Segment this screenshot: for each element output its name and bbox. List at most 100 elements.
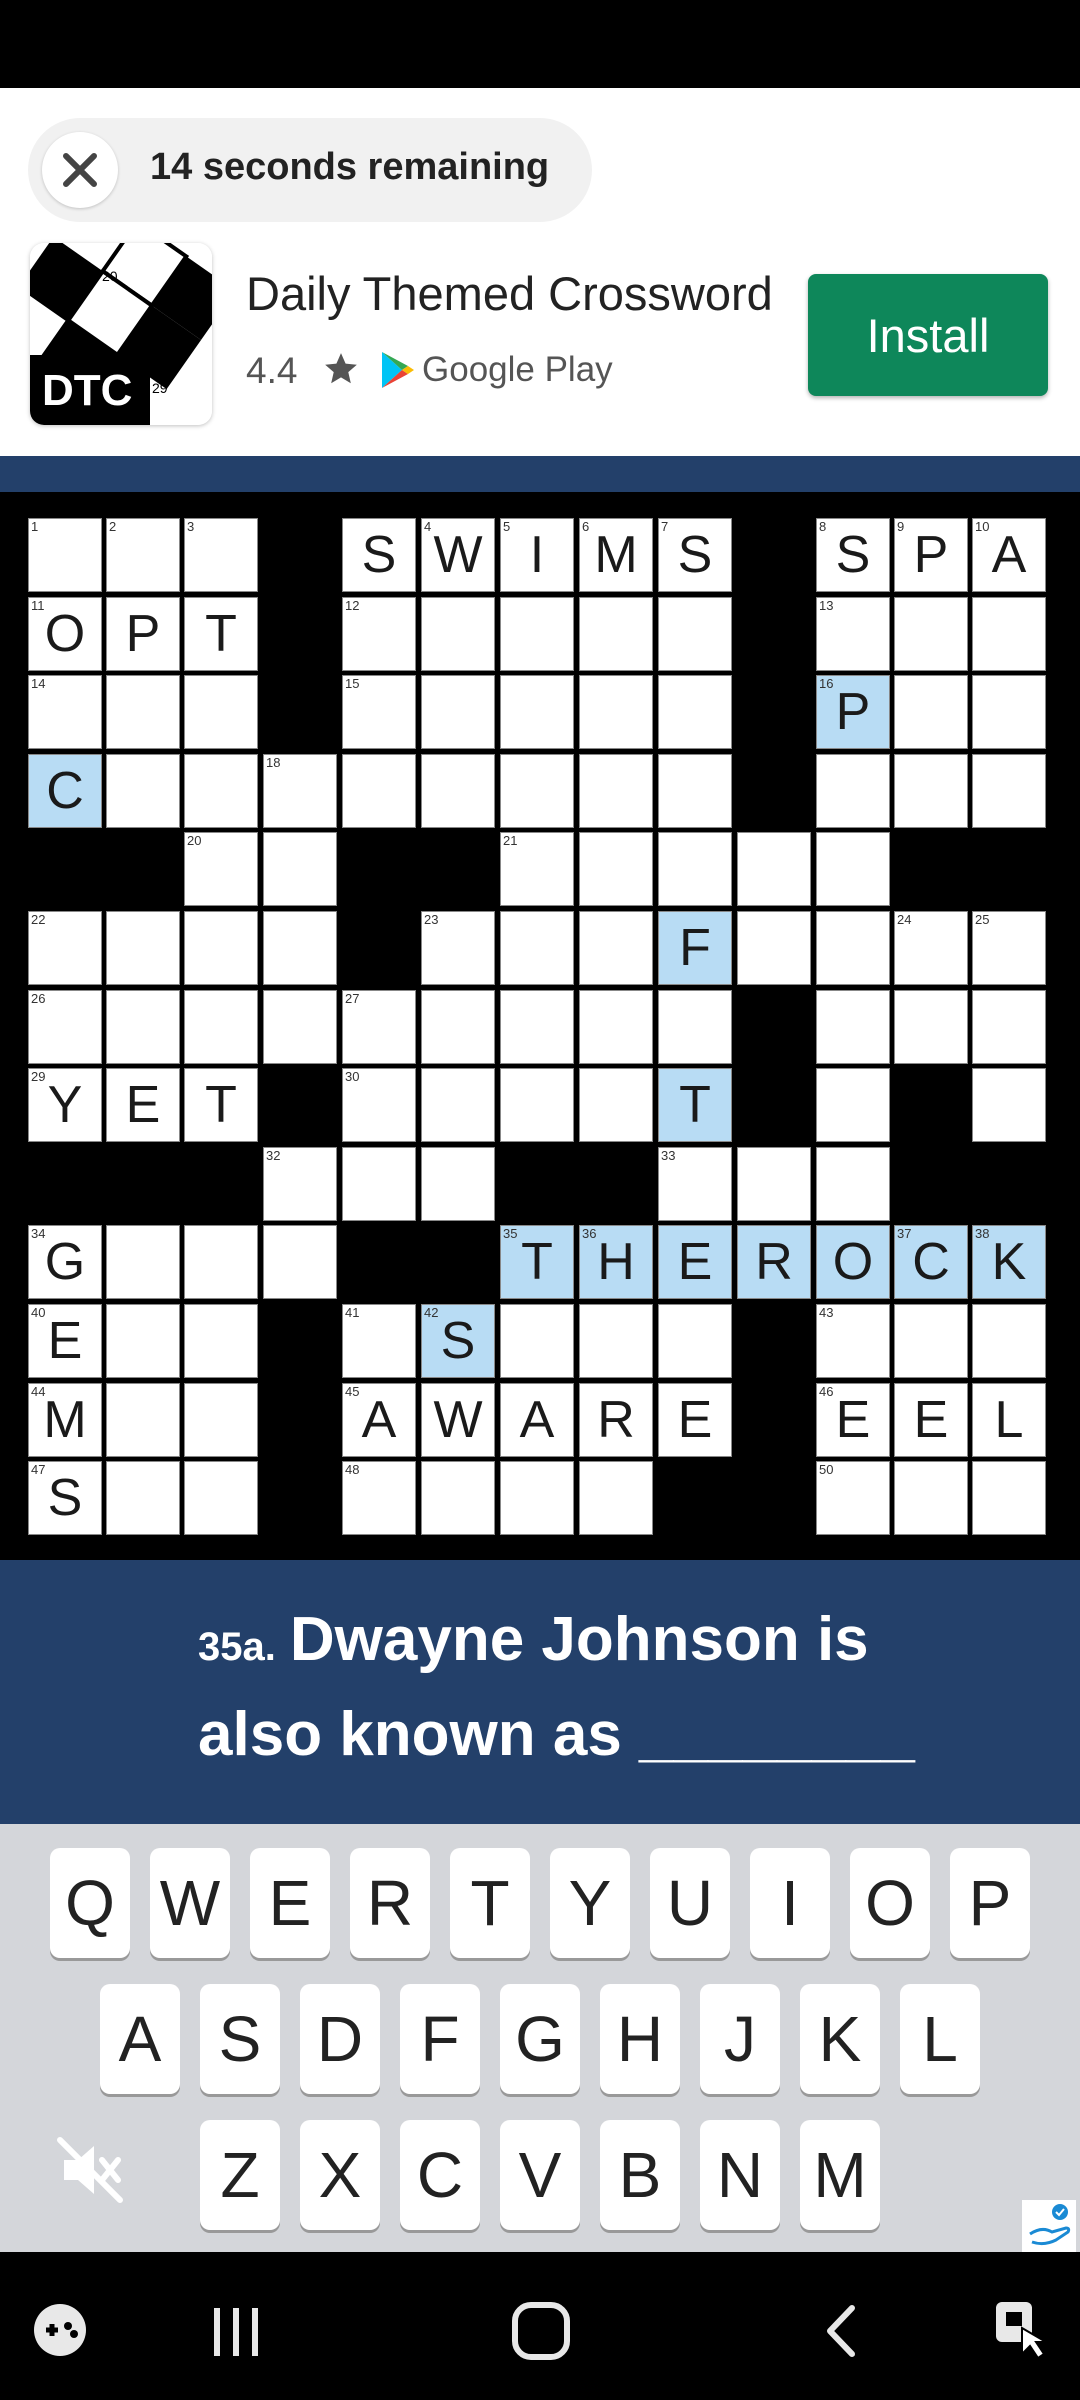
key-z[interactable]: Z xyxy=(200,2120,280,2230)
grid-cell[interactable]: 35 T xyxy=(500,1225,574,1299)
key-r[interactable]: R xyxy=(350,1848,430,1958)
grid-cell[interactable]: 16 P xyxy=(816,675,890,749)
grid-cell[interactable] xyxy=(579,1068,653,1142)
grid-cell[interactable] xyxy=(579,990,653,1064)
grid-cell[interactable] xyxy=(263,911,337,985)
grid-cell[interactable]: 6M xyxy=(579,518,653,592)
grid-cell[interactable] xyxy=(658,990,732,1064)
grid-cell[interactable]: 12 xyxy=(342,597,416,671)
grid-cell[interactable] xyxy=(106,754,180,828)
key-g[interactable]: G xyxy=(500,1984,580,2094)
grid-cell[interactable] xyxy=(579,911,653,985)
grid-cell[interactable]: 3 xyxy=(184,518,258,592)
grid-cell[interactable] xyxy=(263,1225,337,1299)
key-a[interactable]: A xyxy=(100,1984,180,2094)
grid-cell[interactable] xyxy=(816,990,890,1064)
grid-cell[interactable]: 7S xyxy=(658,518,732,592)
grid-cell[interactable] xyxy=(579,597,653,671)
grid-cell[interactable]: 47 S xyxy=(28,1461,102,1535)
grid-cell[interactable]: 42 S xyxy=(421,1304,495,1378)
grid-cell[interactable] xyxy=(658,1304,732,1378)
grid-cell[interactable] xyxy=(972,675,1046,749)
grid-cell[interactable] xyxy=(816,832,890,906)
grid-cell[interactable] xyxy=(500,911,574,985)
grid-cell[interactable] xyxy=(106,1225,180,1299)
key-p[interactable]: P xyxy=(950,1848,1030,1958)
grid-cell[interactable] xyxy=(184,1225,258,1299)
grid-cell[interactable] xyxy=(972,990,1046,1064)
key-s[interactable]: S xyxy=(200,1984,280,2094)
grid-cell[interactable] xyxy=(894,675,968,749)
grid-cell[interactable]: F xyxy=(658,911,732,985)
grid-cell[interactable]: 9P xyxy=(894,518,968,592)
grid-cell[interactable] xyxy=(184,1461,258,1535)
grid-cell[interactable] xyxy=(342,1147,416,1221)
key-w[interactable]: W xyxy=(150,1848,230,1958)
grid-cell[interactable] xyxy=(500,990,574,1064)
grid-cell[interactable] xyxy=(106,1304,180,1378)
grid-cell[interactable]: R xyxy=(579,1383,653,1457)
grid-cell[interactable]: 25 xyxy=(972,911,1046,985)
grid-cell[interactable] xyxy=(972,1461,1046,1535)
key-x[interactable]: X xyxy=(300,2120,380,2230)
grid-cell[interactable] xyxy=(579,1461,653,1535)
grid-cell[interactable] xyxy=(579,675,653,749)
grid-cell[interactable]: C xyxy=(28,754,102,828)
grid-cell[interactable]: A xyxy=(500,1383,574,1457)
grid-cell[interactable] xyxy=(421,990,495,1064)
app-name[interactable]: Daily Themed Crossword xyxy=(246,266,773,321)
gamepad-icon[interactable] xyxy=(28,2298,92,2362)
grid-cell[interactable] xyxy=(658,754,732,828)
key-m[interactable]: M xyxy=(800,2120,880,2230)
grid-cell[interactable] xyxy=(421,1461,495,1535)
grid-cell[interactable] xyxy=(579,1304,653,1378)
grid-cell[interactable] xyxy=(579,832,653,906)
grid-cell[interactable]: 45 A xyxy=(342,1383,416,1457)
grid-cell[interactable] xyxy=(500,1304,574,1378)
grid-cell[interactable]: O xyxy=(816,1225,890,1299)
grid-cell[interactable]: T xyxy=(658,1068,732,1142)
grid-cell[interactable] xyxy=(894,597,968,671)
grid-cell[interactable]: 22 xyxy=(28,911,102,985)
grid-cell[interactable]: T xyxy=(184,597,258,671)
grid-cell[interactable] xyxy=(263,990,337,1064)
grid-cell[interactable] xyxy=(972,1304,1046,1378)
grid-cell[interactable] xyxy=(579,754,653,828)
close-ad-button[interactable] xyxy=(42,132,118,208)
key-o[interactable]: O xyxy=(850,1848,930,1958)
grid-cell[interactable] xyxy=(184,754,258,828)
grid-cell[interactable] xyxy=(342,754,416,828)
grid-cell[interactable] xyxy=(500,1461,574,1535)
grid-cell[interactable] xyxy=(106,990,180,1064)
grid-cell[interactable]: 13 xyxy=(816,597,890,671)
grid-cell[interactable] xyxy=(500,1068,574,1142)
key-h[interactable]: H xyxy=(600,1984,680,2094)
key-e[interactable]: E xyxy=(250,1848,330,1958)
grid-cell[interactable]: 26 xyxy=(28,990,102,1064)
grid-cell[interactable] xyxy=(500,597,574,671)
grid-cell[interactable]: 34 G xyxy=(28,1225,102,1299)
grid-cell[interactable] xyxy=(106,675,180,749)
grid-cell[interactable] xyxy=(658,675,732,749)
key-y[interactable]: Y xyxy=(550,1848,630,1958)
grid-cell[interactable]: 29 Y xyxy=(28,1068,102,1142)
grid-cell[interactable]: 11 O xyxy=(28,597,102,671)
grid-cell[interactable]: 40 E xyxy=(28,1304,102,1378)
key-l[interactable]: L xyxy=(900,1984,980,2094)
grid-cell[interactable]: 4W xyxy=(421,518,495,592)
grid-cell[interactable]: L xyxy=(972,1383,1046,1457)
grid-cell[interactable] xyxy=(816,911,890,985)
key-f[interactable]: F xyxy=(400,1984,480,2094)
key-c[interactable]: C xyxy=(400,2120,480,2230)
back-icon[interactable] xyxy=(818,2302,866,2360)
key-u[interactable]: U xyxy=(650,1848,730,1958)
grid-cell[interactable]: 41 xyxy=(342,1304,416,1378)
grid-cell[interactable]: 37 C xyxy=(894,1225,968,1299)
grid-cell[interactable] xyxy=(894,990,968,1064)
grid-cell[interactable]: 8S xyxy=(816,518,890,592)
mute-icon[interactable] xyxy=(54,2134,126,2206)
screenshot-icon[interactable] xyxy=(992,2298,1056,2362)
grid-cell[interactable] xyxy=(421,1068,495,1142)
key-i[interactable]: I xyxy=(750,1848,830,1958)
grid-cell[interactable]: 5I xyxy=(500,518,574,592)
